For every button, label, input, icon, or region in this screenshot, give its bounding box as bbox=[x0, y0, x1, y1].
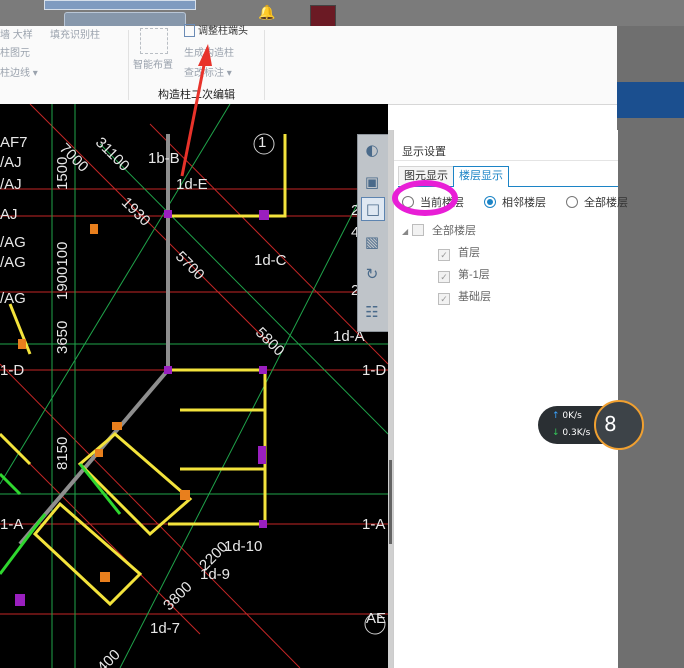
panel-title-bar: 显示设置 bbox=[394, 140, 618, 161]
panel-title: 显示设置 bbox=[402, 146, 446, 158]
axis-label: 1d-10 bbox=[224, 538, 263, 555]
splitter-grip[interactable] bbox=[389, 460, 392, 544]
network-speed-widget[interactable]: ↑ 0K/s ↓ 0.3K/s 8 bbox=[538, 400, 644, 450]
title-tab[interactable] bbox=[44, 0, 196, 10]
ribbon-item-adjust-column-end[interactable]: 调整柱端头 bbox=[198, 22, 248, 37]
tree-label: 第-1层 bbox=[458, 269, 490, 281]
grid-layout-icon[interactable] bbox=[140, 28, 168, 54]
ribbon-separator bbox=[128, 30, 129, 100]
dimension-text: 8150 bbox=[54, 436, 71, 470]
rotate-icon[interactable]: ↻ bbox=[361, 263, 383, 285]
layer-icon[interactable]: ☷ bbox=[361, 301, 383, 323]
axis-label: 1-A bbox=[362, 516, 386, 533]
radio-adjacent-floor[interactable]: 相邻楼层 bbox=[484, 194, 546, 210]
checkbox[interactable] bbox=[412, 224, 424, 236]
document-icon bbox=[184, 24, 195, 37]
axis-label: /AG bbox=[0, 234, 26, 251]
axis-label: /AG bbox=[0, 254, 26, 271]
tree-item-first-floor[interactable]: ✓ 首层 bbox=[438, 244, 480, 261]
speed-ring: 8 bbox=[594, 400, 644, 450]
ribbon-item-edit-annotation[interactable]: 查改标注 ▾ bbox=[184, 64, 232, 79]
dimension-text: 1500 bbox=[54, 156, 71, 190]
ribbon-group-label: 构造柱二次编辑 bbox=[158, 89, 235, 101]
tree-item-foundation[interactable]: ✓ 基础层 bbox=[438, 288, 491, 305]
drawing-canvas[interactable]: 1 1b-B 1d-E 1d-C 1d-A 1-D 1-D 1-A 1-A 1d… bbox=[0, 104, 388, 668]
checkbox[interactable]: ✓ bbox=[438, 293, 450, 305]
tree-label: 全部楼层 bbox=[432, 225, 476, 237]
axis-label: 1d-C bbox=[254, 252, 287, 269]
axis-label: 1b-B bbox=[148, 150, 180, 167]
axis-label: 1-D bbox=[362, 362, 387, 379]
radio-all-floors[interactable]: 全部楼层 bbox=[566, 194, 628, 210]
tree-label: 首层 bbox=[458, 247, 480, 259]
axis-label: AJ bbox=[0, 206, 18, 223]
axis-label: AE bbox=[366, 610, 387, 627]
axis-label: /AJ bbox=[0, 154, 22, 171]
download-speed: ↓ 0.3K/s bbox=[552, 428, 591, 438]
ribbon-item-fill-column[interactable]: 填充识别柱 bbox=[50, 26, 100, 41]
upload-arrow-icon: ↑ bbox=[552, 411, 560, 421]
tree-root-all-floors[interactable]: ◢ 全部楼层 bbox=[402, 222, 476, 238]
checkbox[interactable]: ✓ bbox=[438, 271, 450, 283]
right-blue-strip bbox=[617, 82, 684, 118]
bell-icon[interactable]: 🔔 bbox=[258, 5, 275, 21]
tree-label: 基础层 bbox=[458, 291, 491, 303]
ribbon-item-column-edge[interactable]: 柱边线 ▾ bbox=[0, 64, 38, 79]
radio-dot bbox=[566, 196, 578, 208]
dimension-text: 3650 bbox=[54, 320, 71, 354]
ribbon-item-generate-column[interactable]: 生成构造柱 bbox=[184, 44, 234, 59]
radio-dot bbox=[484, 196, 496, 208]
view-toolbar: ◐ ▣ □ ▧ ↻ ☷ bbox=[357, 134, 389, 332]
tree-item-basement-1[interactable]: ✓ 第-1层 bbox=[438, 266, 490, 283]
axis-label: /AG bbox=[0, 290, 26, 307]
axis-label: 1 bbox=[258, 134, 267, 151]
checkbox[interactable]: ✓ bbox=[438, 249, 450, 261]
radio-label: 全部楼层 bbox=[584, 197, 628, 209]
ribbon-separator bbox=[264, 30, 265, 100]
collapse-icon[interactable]: ◢ bbox=[402, 227, 412, 236]
ribbon-item-wall-detail[interactable]: 墙 大样 bbox=[0, 26, 33, 41]
2d-view-icon[interactable]: □ bbox=[361, 197, 385, 221]
download-arrow-icon: ↓ bbox=[552, 428, 560, 438]
ribbon-item-column-element[interactable]: 柱图元 bbox=[0, 44, 30, 59]
axis-label: 1-D bbox=[0, 362, 25, 379]
radio-label: 相邻楼层 bbox=[502, 197, 546, 209]
axis-label: 1d-7 bbox=[150, 620, 181, 637]
axis-label: AF7 bbox=[0, 134, 28, 151]
dimension-text: 1900100 bbox=[54, 241, 71, 300]
ribbon: 墙 大样 填充识别柱 柱图元 柱边线 ▾ 智能布置 调整柱端头 生成构造柱 查改… bbox=[0, 24, 617, 105]
3d-view-icon[interactable]: ▣ bbox=[361, 171, 383, 193]
ribbon-item-smart-layout[interactable]: 智能布置 bbox=[133, 56, 173, 71]
axis-label: 1d-E bbox=[176, 176, 208, 193]
title-bar: 🔔 bbox=[0, 0, 684, 31]
axis-label: /AJ bbox=[0, 176, 22, 193]
search-box[interactable] bbox=[64, 12, 186, 27]
upload-speed: ↑ 0K/s bbox=[552, 411, 582, 421]
axis-label: 1-A bbox=[0, 516, 24, 533]
highlight-circle-annotation bbox=[392, 180, 458, 216]
cube-view-icon[interactable]: ▧ bbox=[361, 231, 383, 253]
orbit-icon[interactable]: ◐ bbox=[361, 139, 383, 161]
tab-floor-display[interactable]: 楼层显示 bbox=[453, 166, 509, 187]
